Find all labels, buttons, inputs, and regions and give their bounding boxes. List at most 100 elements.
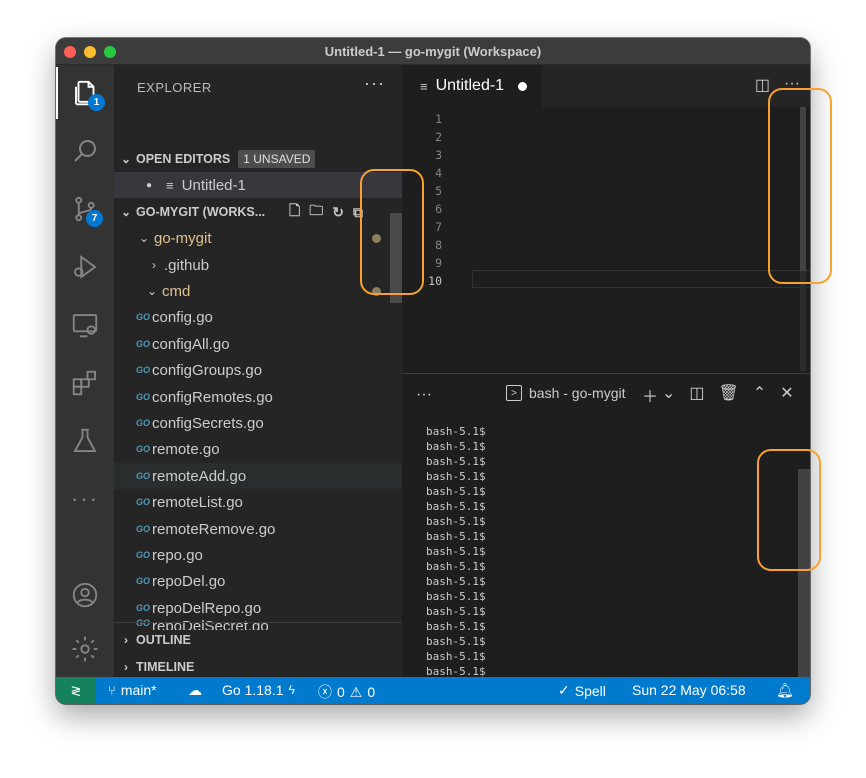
- terminal-name: bash - go-mygit: [529, 385, 626, 401]
- file-item[interactable]: GO repo.go: [114, 542, 402, 568]
- flask-icon: [73, 428, 97, 452]
- notifications-button[interactable]: 🔔︎: [776, 682, 794, 699]
- go-file-icon: GO: [135, 576, 150, 586]
- chevron-down-icon[interactable]: ⌄: [662, 383, 675, 407]
- close-panel-icon[interactable]: ✕: [780, 383, 793, 407]
- run-debug-icon: [74, 255, 97, 279]
- account-icon: [72, 582, 98, 608]
- file-item[interactable]: GO configAll.go: [114, 331, 402, 357]
- chevron-right-icon: ›: [124, 633, 128, 647]
- workspace-actions: 🗋 🗀 ↻ ⧉: [289, 199, 363, 225]
- go-version-label: Go 1.18.1: [222, 682, 284, 698]
- outline-label: OUTLINE: [136, 633, 191, 647]
- go-file-icon: GO: [135, 497, 150, 507]
- folder-github[interactable]: › .github: [114, 252, 402, 278]
- spell-indicator[interactable]: ✓ Spell: [558, 682, 606, 699]
- status-bar: ≷ ⑂ main* ☁ Go 1.18.1 ϟ ⓧ 0 ⚠ 0 ✓ Spell …: [56, 677, 810, 704]
- file-item[interactable]: GO remoteList.go: [114, 489, 402, 515]
- go-file-icon: GO: [135, 550, 150, 560]
- file-item[interactable]: GO configRemotes.go: [114, 384, 402, 410]
- terminal-line: bash-5.1$: [426, 620, 486, 633]
- search-button[interactable]: [56, 125, 114, 177]
- manage-button[interactable]: [56, 623, 114, 675]
- more-icon[interactable]: ···: [56, 473, 114, 525]
- extensions-button[interactable]: [56, 357, 114, 409]
- problems-indicator[interactable]: ⓧ 0 ⚠ 0: [318, 682, 375, 702]
- go-file-icon: GO: [135, 339, 150, 349]
- explorer-button[interactable]: 1: [56, 67, 114, 119]
- new-terminal-icon[interactable]: ＋: [642, 383, 658, 407]
- file-item[interactable]: GO remoteRemove.go: [114, 516, 402, 542]
- testing-button[interactable]: [56, 415, 114, 467]
- go-version-indicator[interactable]: Go 1.18.1 ϟ: [222, 682, 295, 698]
- editor-area[interactable]: 1 2 3 4 5 6 7 8 9 10: [402, 107, 810, 373]
- go-file-icon: GO: [135, 418, 150, 428]
- go-file-icon: GO: [135, 444, 150, 454]
- file-label: remote.go: [152, 440, 220, 458]
- remote-explorer-button[interactable]: [56, 299, 114, 351]
- lightning-icon: ϟ: [288, 683, 295, 697]
- error-icon: ⓧ: [318, 684, 332, 700]
- trash-icon[interactable]: 🗑: [719, 383, 739, 407]
- go-file-icon: GO: [135, 392, 150, 402]
- go-file-icon: GO: [135, 603, 150, 613]
- editor-tab-bar: ≡ Untitled-1 ◫ ···: [402, 65, 810, 107]
- folder-cmd[interactable]: ⌄ cmd: [114, 278, 402, 304]
- run-debug-button[interactable]: [56, 241, 114, 293]
- go-file-icon: GO: [135, 471, 150, 481]
- terminal-output[interactable]: bash-5.1$ bash-5.1$ bash-5.1$ bash-5.1$ …: [426, 424, 486, 679]
- open-editor-item[interactable]: ● ≡ Untitled-1: [114, 172, 402, 198]
- explorer-title: EXPLORER: [137, 80, 212, 95]
- go-file-icon: GO: [135, 312, 150, 322]
- branch-indicator[interactable]: ⑂ main*: [108, 682, 157, 698]
- source-control-button[interactable]: 7: [56, 183, 114, 235]
- chevron-right-icon: ›: [124, 660, 128, 674]
- explorer-sidebar: EXPLORER ··· ⌄ OPEN EDITORS 1 UNSAVED ● …: [114, 65, 402, 677]
- scrollbar-highlight-callout: [768, 88, 832, 284]
- open-editors-header[interactable]: ⌄ OPEN EDITORS 1 UNSAVED: [114, 146, 402, 172]
- panel-more-button[interactable]: ···: [416, 386, 432, 404]
- timeline-header[interactable]: › TIMELINE: [114, 654, 402, 677]
- new-folder-icon[interactable]: 🗀: [309, 200, 323, 224]
- panel-actions: ＋ ⌄ ◫ 🗑 ⌃ ✕: [642, 383, 794, 407]
- file-item[interactable]: GO remoteAdd.go: [114, 463, 402, 489]
- scrollbar-highlight-callout: [360, 169, 424, 295]
- terminal-selector[interactable]: > bash - go-mygit: [506, 385, 625, 401]
- terminal-line: bash-5.1$: [426, 485, 486, 498]
- accounts-button[interactable]: [56, 569, 114, 621]
- tab-untitled-1[interactable]: ≡ Untitled-1: [402, 65, 542, 107]
- file-item[interactable]: GO configGroups.go: [114, 357, 402, 383]
- unsaved-dot-icon[interactable]: ●: [146, 180, 152, 191]
- remote-indicator[interactable]: ≷: [56, 677, 96, 704]
- terminal-line: bash-5.1$: [426, 440, 486, 453]
- terminal-line: bash-5.1$: [426, 425, 486, 438]
- file-label: remoteList.go: [152, 493, 243, 511]
- file-item[interactable]: GO repoDel.go: [114, 568, 402, 594]
- collapsed-sections: › OUTLINE › TIMELINE › GO: [114, 622, 402, 674]
- panel-header: ··· > bash - go-mygit ＋ ⌄ ◫ 🗑 ⌃ ✕: [402, 374, 810, 414]
- new-file-icon[interactable]: 🗋: [289, 200, 300, 224]
- chevron-right-icon: ›: [152, 258, 156, 272]
- gear-icon: [72, 636, 98, 662]
- warning-count: 0: [367, 684, 376, 700]
- file-item[interactable]: GO remote.go: [114, 436, 402, 462]
- split-terminal-icon[interactable]: ◫: [689, 383, 704, 407]
- file-item[interactable]: GO config.go: [114, 304, 402, 330]
- split-editor-icon[interactable]: ◫: [755, 75, 770, 95]
- workspace-label: GO-MYGIT (WORKS...: [136, 205, 266, 219]
- explorer-badge: 1: [88, 94, 105, 111]
- sync-button[interactable]: ☁: [188, 682, 202, 699]
- folder-go-mygit[interactable]: ⌄ go-mygit: [114, 225, 402, 251]
- unsaved-dot-icon[interactable]: [518, 81, 528, 91]
- terminal-panel: ··· > bash - go-mygit ＋ ⌄ ◫ 🗑 ⌃ ✕ bash-5…: [402, 373, 810, 679]
- refresh-icon[interactable]: ↻: [332, 204, 344, 221]
- terminal-line: bash-5.1$: [426, 515, 486, 528]
- file-item[interactable]: GO configSecrets.go: [114, 410, 402, 436]
- remote-icon: ≷: [70, 682, 82, 698]
- maximize-panel-icon[interactable]: ⌃: [753, 383, 766, 407]
- folder-label: cmd: [162, 282, 191, 300]
- branch-icon: ⑂: [108, 682, 116, 698]
- explorer-more-button[interactable]: ···: [364, 73, 385, 94]
- outline-header[interactable]: › OUTLINE: [114, 627, 402, 653]
- workspace-header[interactable]: ⌄ GO-MYGIT (WORKS... 🗋 🗀 ↻ ⧉: [114, 199, 402, 225]
